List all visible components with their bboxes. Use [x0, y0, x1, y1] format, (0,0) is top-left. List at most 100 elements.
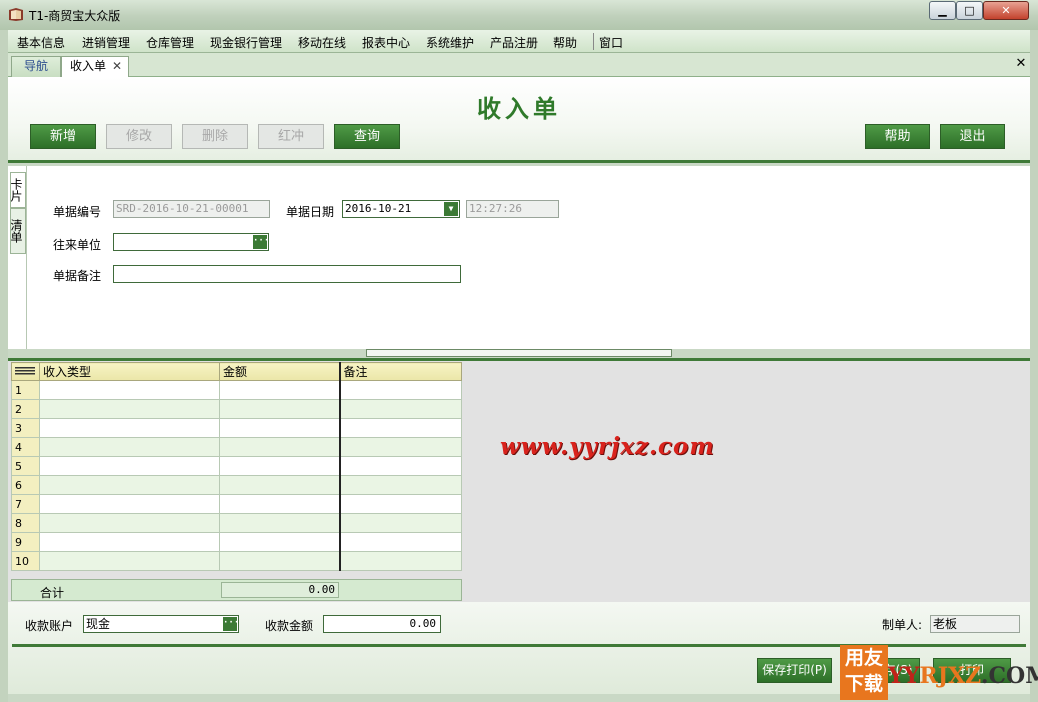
cell-income-type[interactable] [39, 475, 220, 495]
menu-purchase-sales[interactable]: 进销管理 [82, 34, 130, 51]
doc-time-field: 12:27:26 [466, 200, 559, 218]
cell-amount[interactable] [219, 380, 340, 400]
doc-date-label: 单据日期 [286, 205, 335, 219]
partner-label: 往来单位 [53, 238, 102, 252]
cell-remark[interactable] [338, 456, 462, 476]
amount-field[interactable]: 0.00 [323, 615, 441, 633]
cell-income-type[interactable] [39, 399, 220, 419]
logo-wordmark: YYRJXZ.COM [888, 663, 1038, 689]
website-watermark: www.yyrjxz.com [500, 433, 715, 460]
close-window-button[interactable]: ✕ [983, 1, 1029, 20]
ellipsis-icon[interactable]: ··· [253, 235, 269, 249]
menu-cash-bank[interactable]: 现金银行管理 [210, 34, 282, 51]
income-detail-table: 收入类型 金额 备注 1 2 3 4 5 6 7 8 9 10 [11, 362, 462, 571]
cell-remark[interactable] [338, 513, 462, 533]
table-row[interactable]: 3 [11, 418, 462, 438]
table-row[interactable]: 5 [11, 456, 462, 476]
new-button[interactable]: 新增 [30, 124, 96, 149]
menu-help[interactable]: 帮助 [553, 34, 577, 51]
cell-remark[interactable] [338, 380, 462, 400]
table-row[interactable]: 2 [11, 399, 462, 419]
tab-close-icon[interactable]: ✕ [112, 57, 122, 76]
table-sum-row: 合计 0.00 [11, 579, 462, 601]
menu-separator [593, 33, 594, 50]
maker-label: 制单人: [882, 618, 923, 632]
cell-income-type[interactable] [39, 456, 220, 476]
table-row[interactable]: 1 [11, 380, 462, 400]
document-tab-strip: 导航 收入单 ✕ ✕ [8, 53, 1030, 77]
minimize-button[interactable]: ▁ [929, 1, 956, 20]
logo-text-suffix: .COM [980, 663, 1038, 689]
cell-income-type[interactable] [39, 380, 220, 400]
column-header-remark[interactable]: 备注 [338, 362, 462, 381]
table-row[interactable]: 9 [11, 532, 462, 552]
help-button[interactable]: 帮助 [865, 124, 930, 149]
cell-remark[interactable] [338, 437, 462, 457]
cell-amount[interactable] [219, 456, 340, 476]
cell-remark[interactable] [338, 532, 462, 552]
remark-field[interactable] [113, 265, 461, 283]
side-tab-list[interactable]: 清单 [9, 208, 26, 254]
cell-amount[interactable] [219, 532, 340, 552]
view-side-tabs: 卡片 清单 [8, 166, 27, 349]
tab-navigation[interactable]: 导航 [11, 56, 61, 77]
table-row[interactable]: 10 [11, 551, 462, 571]
maximize-button[interactable]: □ [956, 1, 983, 20]
doc-no-label: 单据编号 [53, 205, 102, 219]
cell-income-type[interactable] [39, 551, 220, 571]
table-row[interactable]: 8 [11, 513, 462, 533]
table-row[interactable]: 6 [11, 475, 462, 495]
menu-report-center[interactable]: 报表中心 [362, 34, 410, 51]
reverse-button[interactable]: 红冲 [258, 124, 324, 149]
cell-income-type[interactable] [39, 513, 220, 533]
partner-field[interactable]: ··· [113, 233, 269, 251]
cell-remark[interactable] [338, 475, 462, 495]
column-header-income-type[interactable]: 收入类型 [39, 362, 220, 381]
ellipsis-icon[interactable]: ··· [223, 617, 239, 631]
cell-remark[interactable] [338, 418, 462, 438]
cell-income-type[interactable] [39, 532, 220, 552]
sum-amount: 0.00 [221, 582, 339, 598]
maker-field: 老板 [930, 615, 1020, 633]
app-book-icon [9, 8, 23, 21]
exit-button[interactable]: 退出 [940, 124, 1005, 149]
window-left-frame [0, 30, 8, 702]
delete-button[interactable]: 删除 [182, 124, 248, 149]
row-number: 6 [11, 475, 40, 495]
cell-income-type[interactable] [39, 437, 220, 457]
row-header-icon [11, 362, 40, 381]
menu-warehouse[interactable]: 仓库管理 [146, 34, 194, 51]
tab-income-doc[interactable]: 收入单 ✕ [61, 56, 129, 77]
cell-remark[interactable] [338, 551, 462, 571]
doc-date-field[interactable]: 2016-10-21 ▼ [342, 200, 460, 218]
column-header-amount[interactable]: 金额 [219, 362, 340, 381]
cell-income-type[interactable] [39, 418, 220, 438]
menu-system-maintenance[interactable]: 系统维护 [426, 34, 474, 51]
cell-amount[interactable] [219, 513, 340, 533]
cell-amount[interactable] [219, 475, 340, 495]
table-row[interactable]: 4 [11, 437, 462, 457]
table-row[interactable]: 7 [11, 494, 462, 514]
query-button[interactable]: 查询 [334, 124, 400, 149]
cell-remark[interactable] [338, 494, 462, 514]
edit-button[interactable]: 修改 [106, 124, 172, 149]
menu-mobile-online[interactable]: 移动在线 [298, 34, 346, 51]
chevron-down-icon[interactable]: ▼ [444, 202, 458, 216]
menu-basic-info[interactable]: 基本信息 [17, 34, 65, 51]
close-all-tabs-icon[interactable]: ✕ [1014, 57, 1028, 71]
cell-income-type[interactable] [39, 494, 220, 514]
menu-product-register[interactable]: 产品注册 [490, 34, 538, 51]
menu-window[interactable]: 窗口 [599, 34, 623, 51]
row-number: 10 [11, 551, 40, 571]
cell-amount[interactable] [219, 418, 340, 438]
cell-amount[interactable] [219, 399, 340, 419]
account-field[interactable]: 现金 ··· [83, 615, 239, 633]
cell-amount[interactable] [219, 437, 340, 457]
panel-splitter-handle[interactable] [366, 349, 672, 357]
side-tab-card[interactable]: 卡片 [9, 172, 26, 208]
save-print-button[interactable]: 保存打印(P) [757, 658, 832, 683]
row-number: 3 [11, 418, 40, 438]
cell-amount[interactable] [219, 494, 340, 514]
cell-remark[interactable] [338, 399, 462, 419]
cell-amount[interactable] [219, 551, 340, 571]
